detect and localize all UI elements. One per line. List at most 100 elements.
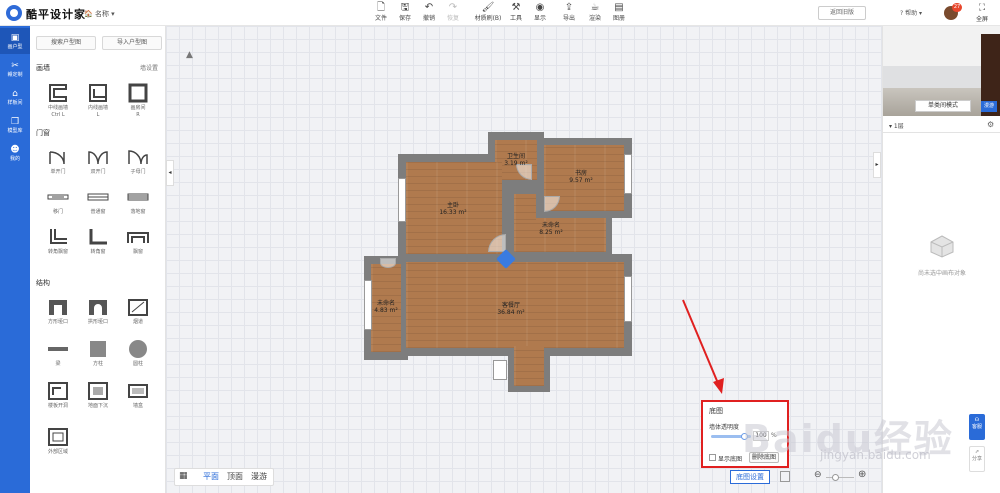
wall-box-tool[interactable]: 墙盒 xyxy=(120,380,156,418)
wall-settings-link[interactable]: 墙设置 xyxy=(140,63,158,72)
normal-window-label: 普通窗 xyxy=(90,209,106,215)
file-icon: 🗋 xyxy=(376,2,386,13)
centerline-wall-tool[interactable]: 中线画墙 Ctrl L xyxy=(40,82,76,120)
flue-tool[interactable]: 烟道 xyxy=(120,296,156,334)
sunken-floor-label: 地面下沉 xyxy=(87,403,108,409)
arch-opening-tool[interactable]: 拱形垭口 xyxy=(80,296,116,334)
floor-opening-tool[interactable]: 楼板开洞 xyxy=(40,380,76,418)
mother-door-tool[interactable]: 子母门 xyxy=(120,146,156,184)
custom-icon: ✂ xyxy=(11,61,19,71)
doors-section-title: 门窗 xyxy=(36,129,50,137)
double-door-label: 双开门 xyxy=(90,169,106,175)
share-button[interactable]: ⇗ 分享 xyxy=(969,446,985,472)
floor-selector[interactable]: ▾ 1层 ⚙ xyxy=(883,117,1000,133)
study-window[interactable] xyxy=(624,154,632,194)
old-version-button[interactable]: 返回旧版 xyxy=(818,6,866,20)
wall-box-icon xyxy=(126,380,150,402)
mother-door-label: 子母门 xyxy=(130,169,146,175)
living-window[interactable] xyxy=(624,276,632,322)
3d-preview[interactable]: 单类间模式 漫游 xyxy=(883,26,1000,116)
balcony-door[interactable] xyxy=(493,360,507,380)
tab-roam[interactable]: 漫游 xyxy=(251,471,267,482)
sliding-door-label: 移门 xyxy=(52,209,63,215)
tab-plan[interactable]: 平面 xyxy=(203,471,219,482)
render-label: 渲染 xyxy=(588,15,601,22)
material-brush-button[interactable]: 🖌 材质刷(B) xyxy=(473,2,503,24)
undo-button[interactable]: ↶ 撤销 xyxy=(418,2,440,24)
corner-window-tool[interactable]: 转角窗 xyxy=(80,226,116,264)
corner-bay-window-tool[interactable]: 转角飘窗 xyxy=(40,226,76,264)
top-toolbar: 酷平设计家 🏠 名称 ▾ 🗋 文件 🖫 保存 ↶ 撤销 ↷ 恢复 🖌 材质刷(B) ⚒ 工具… xyxy=(0,0,1000,26)
nav-mine-label: 我的 xyxy=(9,156,20,162)
show-floor-checkbox[interactable] xyxy=(709,454,716,461)
undo-label: 撤销 xyxy=(422,15,435,22)
help-menu[interactable]: ? 帮助 ▾ xyxy=(900,8,922,17)
tab-ceiling[interactable]: 顶面 xyxy=(227,471,243,482)
document-name[interactable]: 🏠 名称 ▾ xyxy=(84,9,115,19)
collapse-right-panel-button[interactable]: ▸ xyxy=(873,152,881,178)
square-column-tool[interactable]: 方柱 xyxy=(80,338,116,376)
nav-custom[interactable]: ✂ 赣定制 xyxy=(0,56,30,82)
chevron-left-icon: ◂ xyxy=(168,169,172,176)
floor-window-tool[interactable]: 落地窗 xyxy=(120,186,156,224)
brush-label: 材质刷(B) xyxy=(474,15,502,22)
search-floorplan-button[interactable]: 搜索户型图 xyxy=(36,36,96,50)
roam-mode-button[interactable]: 单类间模式 xyxy=(915,100,971,112)
walls-section-title: 画墙 xyxy=(36,64,50,72)
innerline-wall-tool[interactable]: 内线画墙 L xyxy=(80,82,116,120)
roam-toggle-button[interactable]: 漫游 xyxy=(981,101,997,112)
draw-room-tool[interactable]: 画房间 R xyxy=(120,82,156,120)
redo-label: 恢复 xyxy=(446,15,459,22)
outer-area-tool[interactable]: 外部区域 xyxy=(40,426,76,464)
sliding-door-tool[interactable]: 移门 xyxy=(40,186,76,224)
zoom-slider-handle[interactable] xyxy=(832,474,839,481)
bay-window-tool[interactable]: 飘窗 xyxy=(120,226,156,264)
sunken-floor-tool[interactable]: 地面下沉 xyxy=(80,380,116,418)
floor-settings-button[interactable]: 底图设置 xyxy=(730,470,770,484)
room-area: 9.57 m² xyxy=(569,177,593,184)
corner-window-icon xyxy=(86,226,110,248)
fullscreen-button[interactable]: ⛶ 全屏 xyxy=(972,2,992,24)
tools-label: 工具 xyxy=(509,15,522,22)
nav-mine[interactable]: ☻ 我的 xyxy=(0,140,30,166)
round-column-tool[interactable]: 圆柱 xyxy=(120,338,156,376)
hallway-floor xyxy=(514,194,536,220)
redo-button[interactable]: ↷ 恢复 xyxy=(442,2,464,24)
fullscreen-icon: ⛶ xyxy=(978,3,986,13)
file-button[interactable]: 🗋 文件 xyxy=(370,2,392,24)
zoom-in-icon[interactable]: ⊕ xyxy=(858,469,866,480)
tools-button[interactable]: ⚒ 工具 xyxy=(505,2,527,24)
zoom-slider[interactable] xyxy=(826,477,854,478)
bedroom-window[interactable] xyxy=(398,178,406,222)
render-button[interactable]: ☕ 渲染 xyxy=(584,2,606,24)
normal-window-tool[interactable]: 普通窗 xyxy=(80,186,116,224)
export-button[interactable]: ⇪ 导出 xyxy=(558,2,580,24)
fit-view-icon[interactable] xyxy=(780,471,790,482)
room-area: 3.19 m² xyxy=(504,160,528,167)
single-door-tool[interactable]: 单开门 xyxy=(40,146,76,184)
beam-label: 梁 xyxy=(55,361,61,367)
album-button[interactable]: ▤ 图册 xyxy=(608,2,630,24)
corner-window-label: 转角窗 xyxy=(90,249,106,255)
arch-opening-label: 拱形垭口 xyxy=(87,319,108,325)
collapse-left-panel-button[interactable]: ◂ xyxy=(166,160,174,186)
redo-icon: ↷ xyxy=(448,2,458,13)
settings-gear-icon[interactable]: ⚙ xyxy=(987,120,994,129)
import-floorplan-button[interactable]: 导入户型图 xyxy=(102,36,162,50)
grid-icon[interactable]: ▦ xyxy=(179,471,188,481)
nav-showroom[interactable]: ⌂ 样板间 xyxy=(0,84,30,110)
display-button[interactable]: ◉ 显示 xyxy=(529,2,551,24)
nav-floorplan[interactable]: ▣ 画户型 xyxy=(0,28,30,54)
zoom-out-icon[interactable]: ⊖ xyxy=(814,470,822,480)
beam-tool[interactable]: 梁 xyxy=(40,338,76,376)
customer-service-button[interactable]: ☊ 客服 xyxy=(969,414,985,440)
save-button[interactable]: 🖫 保存 xyxy=(394,2,416,24)
floor-window-icon xyxy=(126,186,150,208)
double-door-tool[interactable]: 双开门 xyxy=(80,146,116,184)
innerline-wall-icon xyxy=(86,82,110,104)
nav-model-library[interactable]: ❒ 模型库 xyxy=(0,112,30,138)
room-label-bathroom: 卫生间 3.19 m² xyxy=(491,153,541,167)
square-opening-tool[interactable]: 方形垭口 xyxy=(40,296,76,334)
square-column-label: 方柱 xyxy=(92,361,103,367)
small-room-door[interactable] xyxy=(380,258,396,268)
